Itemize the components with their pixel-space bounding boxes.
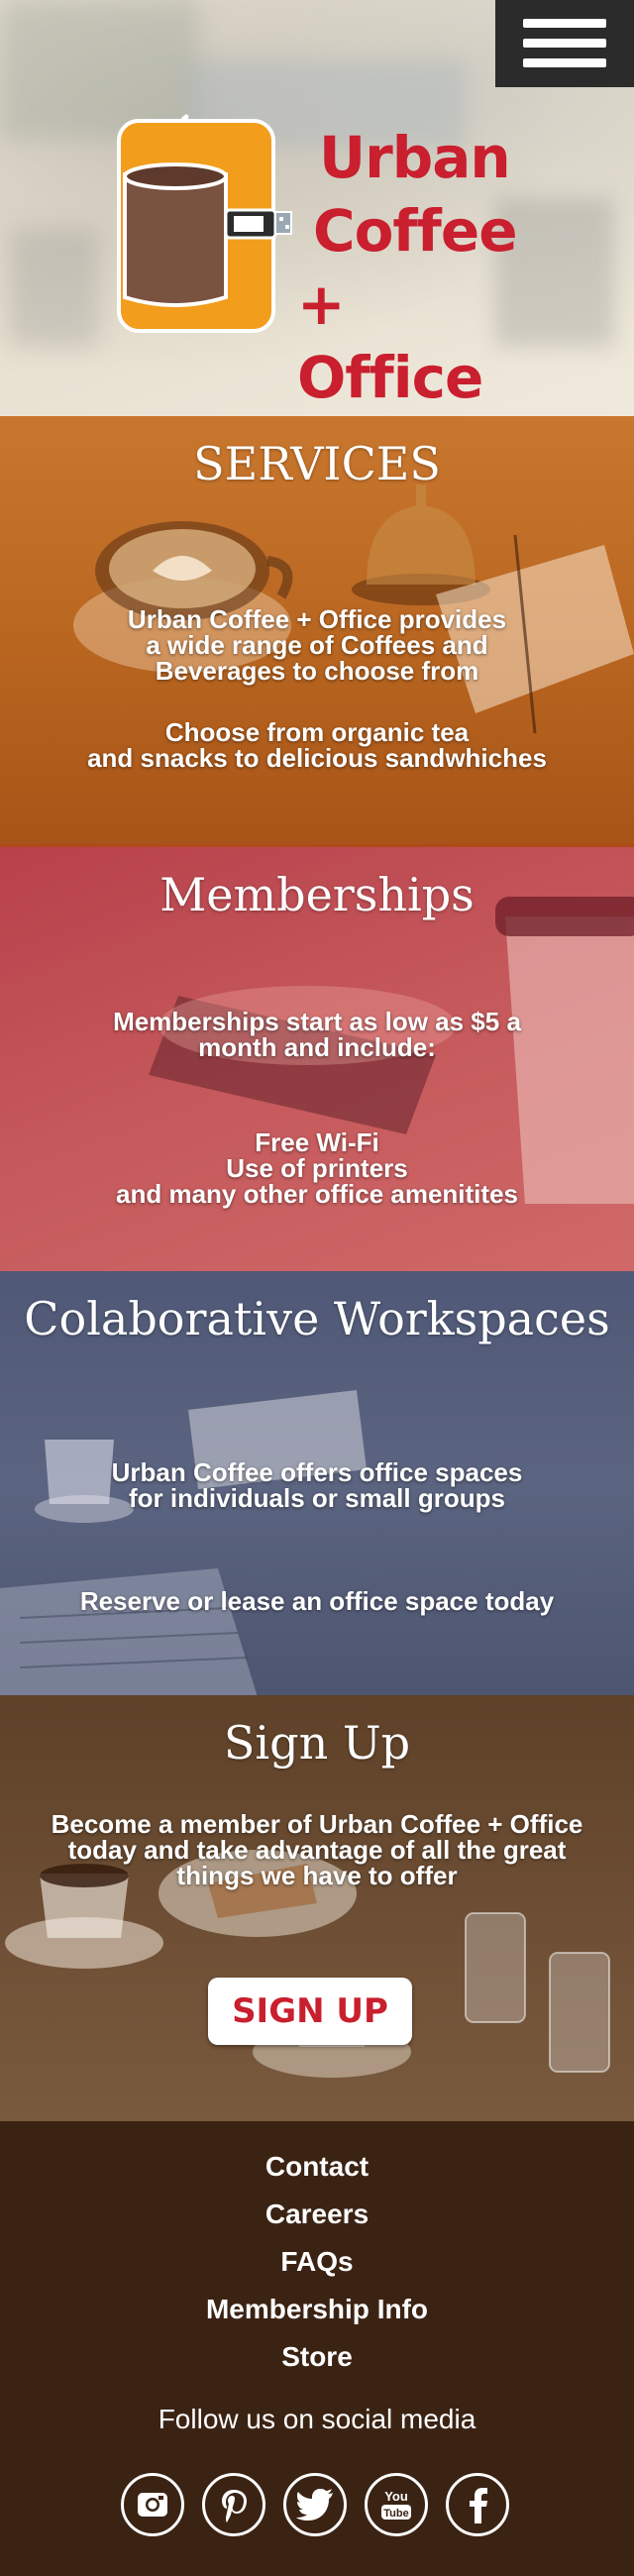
laptop-image <box>0 1568 258 1695</box>
footer-link-item: Contact <box>0 2143 634 2191</box>
follow-us-text: Follow us on social media <box>158 2404 476 2434</box>
section-text: Become a member of Urban Coffee + Office… <box>51 1809 583 1890</box>
logo-line: Coffee <box>313 197 518 265</box>
coffee-cup-usb-icon <box>117 114 292 333</box>
sign-up-button[interactable]: SIGN UP <box>208 1978 412 2045</box>
site-footer: Contact Careers FAQs Membership Info Sto… <box>0 2121 634 2576</box>
logo-wordmark: Urban Coffee + Office <box>297 121 535 414</box>
section-text: Choose from organic tea and snacks to de… <box>87 717 547 773</box>
section-title: Memberships <box>159 868 475 921</box>
hero-header: Urban Coffee + Office <box>0 0 634 416</box>
workspaces-section: Colaborative Workspaces Urban Coffee off… <box>0 1271 634 1695</box>
section-text: Urban Coffee offers office spaces for in… <box>111 1457 523 1513</box>
footer-link-item: Membership Info <box>0 2286 634 2333</box>
footer-link-faqs[interactable]: FAQs <box>280 2246 353 2277</box>
background-blur <box>10 228 99 347</box>
section-text: Urban Coffee + Office provides a wide ra… <box>127 604 507 686</box>
twitter-icon[interactable] <box>283 2473 347 2536</box>
signup-section: Sign Up Become a member of Urban Coffee … <box>0 1695 634 2121</box>
section-title: Sign Up <box>223 1716 411 1770</box>
hamburger-menu-icon[interactable] <box>495 0 634 87</box>
social-links: You Tube <box>121 2473 517 2542</box>
svg-text:You: You <box>384 2489 408 2504</box>
footer-links: Contact Careers FAQs Membership Info Sto… <box>0 2143 634 2381</box>
section-text: Reserve or lease an office space today <box>79 1586 555 1616</box>
water-glasses-image <box>465 1912 610 2073</box>
svg-text:Tube: Tube <box>383 2508 408 2520</box>
pinterest-icon[interactable] <box>202 2473 265 2536</box>
section-title: SERVICES <box>193 437 441 490</box>
footer-link-careers[interactable]: Careers <box>265 2199 369 2229</box>
facebook-icon[interactable] <box>446 2473 509 2536</box>
logo-line: Urban <box>319 124 511 191</box>
footer-link-contact[interactable]: Contact <box>265 2151 369 2182</box>
logo-line: + Office <box>297 270 483 411</box>
services-section: SERVICES Urban Coffee + Office provides … <box>0 416 634 847</box>
youtube-icon[interactable]: You Tube <box>365 2473 428 2536</box>
footer-link-item: Careers <box>0 2191 634 2238</box>
memberships-section: Memberships Memberships start as low as … <box>0 847 634 1271</box>
section-text: Free Wi-Fi Use of printers and many othe… <box>116 1127 518 1209</box>
footer-link-membership-info[interactable]: Membership Info <box>206 2294 428 2324</box>
sign-up-button-label: SIGN UP <box>232 1991 388 2031</box>
section-text: Memberships start as low as $5 a month a… <box>113 1007 521 1062</box>
section-title: Colaborative Workspaces <box>24 1292 610 1345</box>
footer-link-item: Store <box>0 2333 634 2381</box>
footer-link-item: FAQs <box>0 2238 634 2286</box>
instagram-icon[interactable] <box>121 2473 184 2536</box>
footer-link-store[interactable]: Store <box>281 2341 353 2372</box>
